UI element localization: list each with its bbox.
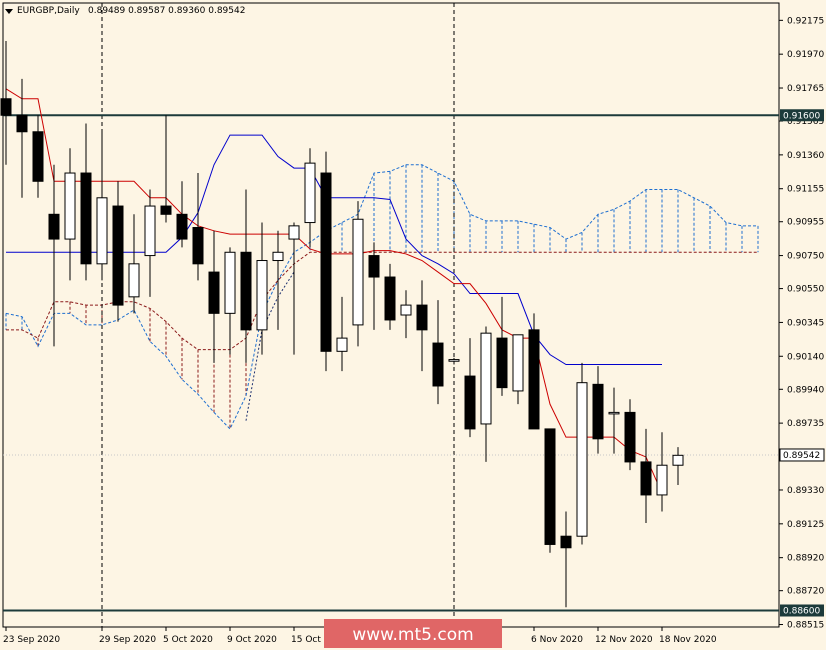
x-tick-label: 18 Nov 2020 <box>659 635 717 645</box>
candle-body <box>224 251 236 314</box>
y-tick-label: 0.90955 <box>787 218 824 228</box>
symbol-label: EURGBP,Daily <box>17 6 80 16</box>
y-tick-label: 0.90140 <box>787 352 824 362</box>
y-tick-label: 0.89125 <box>787 520 824 530</box>
y-tick-label: 0.88515 <box>787 621 824 631</box>
candle-body <box>608 411 620 415</box>
chart-canvas[interactable]: 0.921750.919700.917650.915650.913600.911… <box>0 0 826 650</box>
x-tick-label: 5 Oct 2020 <box>163 635 213 645</box>
candle-body <box>400 304 412 316</box>
candle-body <box>320 172 332 352</box>
candle-body <box>272 251 284 262</box>
y-tick-label: 0.88920 <box>787 554 824 564</box>
candle-body <box>32 131 44 182</box>
candle-body <box>656 464 668 496</box>
x-tick-label: 23 Sep 2020 <box>3 635 60 645</box>
candle-body <box>240 251 252 331</box>
chart-window[interactable]: 0.92175 0.91970 0.91765 0.91565 0.91360 0.911… <box>0 0 826 650</box>
candle-body <box>144 205 156 257</box>
candle-body <box>576 382 588 537</box>
level-price-label: 0.91600 <box>783 111 820 121</box>
y-tick-label: 0.92175 <box>787 16 824 26</box>
candle-body <box>256 260 268 331</box>
candle-body <box>336 337 348 352</box>
candle-body <box>128 263 140 298</box>
x-tick-label: 29 Sep 2020 <box>99 635 156 645</box>
watermark-text: www.mt5.com <box>352 625 473 645</box>
y-tick-label: 0.91360 <box>787 151 824 161</box>
candle-body <box>464 375 476 430</box>
candle-body <box>288 225 300 240</box>
candle-body <box>512 334 524 392</box>
candle-body <box>640 461 652 496</box>
candle-body <box>560 535 572 549</box>
y-tick-label: 0.91970 <box>787 50 824 60</box>
x-tick-label: 9 Oct 2020 <box>227 635 277 645</box>
watermark: www.mt5.com <box>324 619 502 648</box>
y-tick-label: 0.90550 <box>787 285 824 295</box>
candle-body <box>544 428 556 545</box>
candle-body <box>528 329 540 430</box>
candle-body <box>592 383 604 440</box>
candle-body <box>416 304 428 331</box>
candle-body <box>160 205 172 215</box>
candle-body <box>208 271 220 314</box>
candle-body <box>672 454 684 466</box>
candle-body <box>112 205 124 306</box>
candle-body <box>352 218 364 326</box>
candle-body <box>96 197 108 265</box>
y-tick-label: 0.89940 <box>787 385 824 395</box>
y-tick-label: 0.90750 <box>787 252 824 262</box>
candle-body <box>368 255 380 278</box>
candle-body <box>192 227 204 265</box>
candle-body <box>48 213 60 240</box>
ohlc-readout: 0.89489 0.89587 0.89360 0.89542 <box>88 6 245 16</box>
candle-body <box>432 342 444 387</box>
candle-body <box>624 411 636 463</box>
level-price-label: 0.88600 <box>783 606 820 616</box>
candle-body <box>80 172 92 265</box>
candle-body <box>16 114 28 133</box>
y-tick-label: 0.90345 <box>787 318 824 328</box>
y-tick-label: 0.89735 <box>787 419 824 429</box>
candle-body <box>64 172 76 240</box>
candle-body <box>176 213 188 240</box>
y-tick-label: 0.88720 <box>787 587 824 597</box>
candle-body <box>0 98 12 116</box>
candle-body <box>496 337 508 389</box>
candle-body <box>480 332 492 425</box>
candle-body <box>384 276 396 321</box>
chart-header: EURGBP,Daily 0.89489 0.89587 0.89360 0.8… <box>5 6 245 16</box>
candle-body <box>304 162 316 224</box>
y-tick-label: 0.91155 <box>787 185 824 195</box>
y-tick-label: 0.89330 <box>787 486 824 496</box>
y-tick-label: 0.91765 <box>787 84 824 94</box>
x-tick-label: 6 Nov 2020 <box>531 635 583 645</box>
x-tick-label: 12 Nov 2020 <box>595 635 653 645</box>
candle-body <box>448 359 460 362</box>
current-price-label: 0.89542 <box>783 451 820 461</box>
